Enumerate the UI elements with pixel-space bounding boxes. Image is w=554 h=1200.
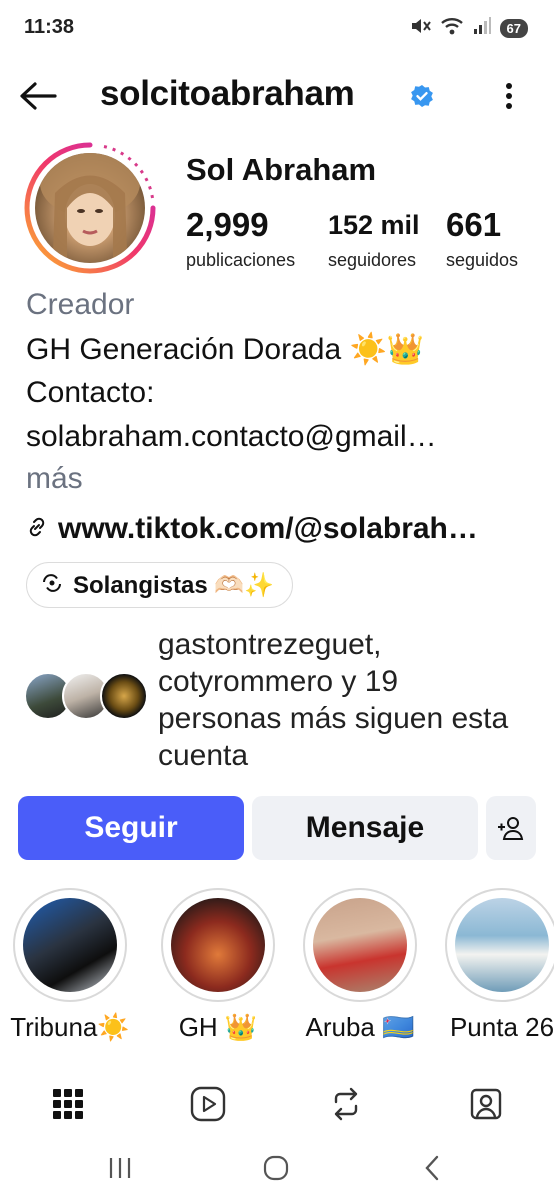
stat-posts-label: publicaciones (186, 250, 296, 270)
profile-header: solcitoabraham (0, 68, 554, 124)
verified-badge-icon (410, 84, 434, 113)
more-options-button[interactable] (494, 78, 524, 114)
tab-reposts[interactable] (324, 1082, 368, 1126)
highlight-label: Punta 26 (449, 1012, 554, 1042)
recent-apps-button[interactable] (100, 1148, 140, 1188)
tagged-icon (470, 1088, 502, 1120)
highlight-ring (13, 888, 127, 1002)
story-highlight[interactable]: Tribuna☀️ (10, 888, 130, 1043)
bio-more-link[interactable]: más (26, 462, 83, 496)
bio-line: GH Generación Dorada ☀️👑 (26, 333, 425, 366)
mute-icon (410, 16, 432, 41)
recent-apps-icon (109, 1158, 131, 1178)
status-icons: 67 (410, 16, 528, 41)
highlight-label: Tribuna☀️ (10, 1012, 130, 1042)
arrow-left-icon (20, 82, 57, 110)
repost-icon (334, 1087, 358, 1121)
battery-indicator: 67 (499, 19, 528, 38)
tab-reels[interactable] (186, 1082, 230, 1126)
profile-full-name: Sol Abraham (186, 152, 377, 187)
highlight-ring (161, 888, 275, 1002)
highlight-ring (445, 888, 554, 1002)
story-highlight[interactable]: GH 👑 (158, 888, 278, 1043)
chevron-left-icon (425, 1155, 439, 1181)
grid-icon (53, 1089, 83, 1119)
stat-posts-value: 2,999 (186, 206, 269, 243)
reels-icon (190, 1086, 226, 1122)
highlight-cover (23, 898, 117, 992)
suggest-users-button[interactable] (486, 796, 536, 860)
channel-label: Solangistas 🫶🏻✨ (73, 571, 275, 599)
highlight-cover (313, 898, 407, 992)
profile-category: Creador (26, 288, 135, 321)
story-highlight[interactable]: Aruba 🇦🇼 (300, 888, 420, 1043)
home-button[interactable] (256, 1148, 296, 1188)
broadcast-channel-chip[interactable]: Solangistas 🫶🏻✨ (26, 562, 294, 608)
channel-icon (41, 572, 63, 599)
profile-link-text: www.tiktok.com/@solabrah… (58, 512, 478, 545)
story-highlight[interactable]: Punta 26 (442, 888, 554, 1043)
status-bar: 11:38 67 (0, 0, 554, 58)
add-user-icon (498, 817, 524, 840)
status-time: 11:38 (24, 16, 75, 38)
profile-avatar[interactable] (24, 142, 156, 274)
stat-followers[interactable]: 152 mil seguidores (328, 206, 420, 271)
wifi-icon (440, 16, 464, 41)
mutual-followers-text[interactable]: gastontrezeguet, cotyrommero y 19 person… (158, 626, 528, 774)
message-button[interactable]: Mensaje (252, 796, 478, 860)
profile-tabs (0, 1068, 554, 1138)
highlight-cover (455, 898, 549, 992)
tab-posts[interactable] (46, 1082, 90, 1126)
stat-followers-value: 152 mil (328, 210, 420, 240)
more-vertical-icon (506, 83, 512, 109)
highlight-label: GH 👑 (178, 1012, 258, 1042)
stat-following[interactable]: 661 seguidos (446, 206, 518, 271)
mutual-followers-avatars[interactable] (24, 672, 148, 722)
highlight-cover (171, 898, 265, 992)
stat-posts[interactable]: 2,999 publicaciones (186, 206, 295, 271)
system-back-button[interactable] (412, 1148, 452, 1188)
system-navigation-bar (0, 1138, 554, 1200)
back-button[interactable] (16, 76, 60, 116)
profile-link[interactable]: www.tiktok.com/@solabrah… (26, 512, 478, 546)
profile-username: solcitoabraham (100, 74, 355, 113)
highlight-label: Aruba 🇦🇼 (305, 1012, 415, 1042)
highlight-ring (303, 888, 417, 1002)
avatar-image (35, 153, 145, 263)
stat-followers-label: seguidores (328, 250, 417, 270)
bio-line: solabraham.contacto@gmail… (26, 420, 437, 453)
follow-button[interactable]: Seguir (18, 796, 244, 860)
stat-following-label: seguidos (446, 250, 519, 270)
stat-following-value: 661 (446, 206, 502, 243)
tab-tagged[interactable] (464, 1082, 508, 1126)
bio-line: Contacto: (26, 376, 155, 409)
signal-icon (472, 16, 492, 41)
home-icon (263, 1155, 289, 1181)
link-icon (26, 516, 48, 543)
avatar (100, 672, 148, 720)
